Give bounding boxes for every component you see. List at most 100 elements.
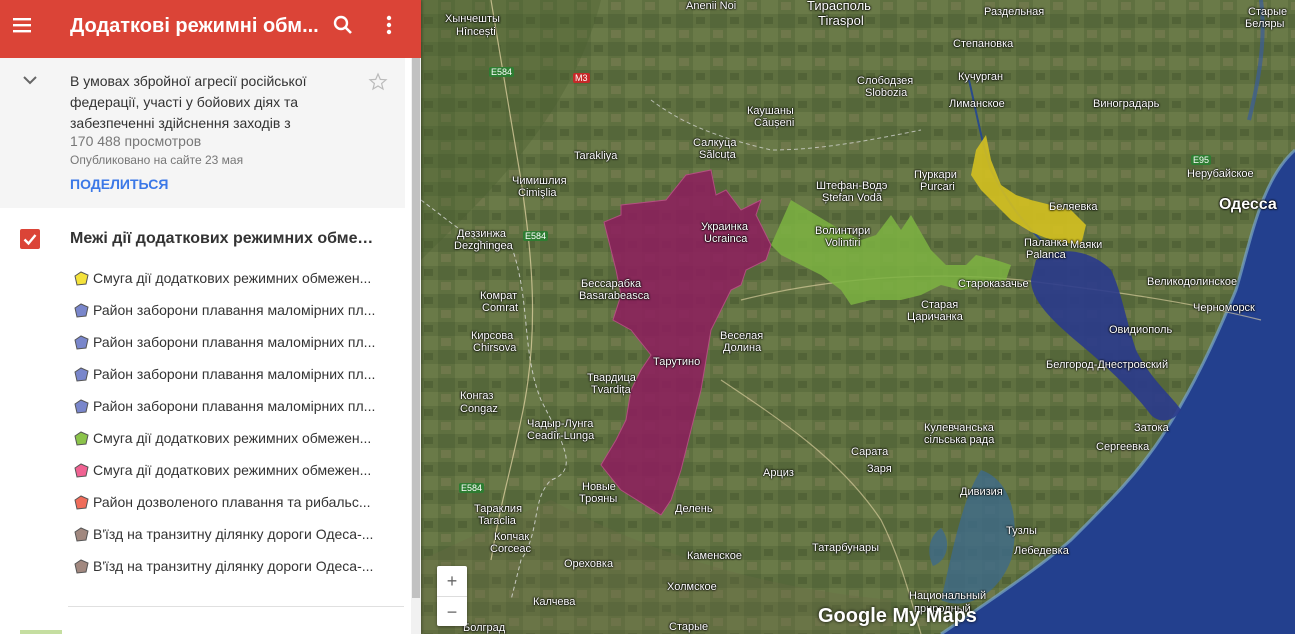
map-label-slobozia: Slobozia xyxy=(865,87,908,99)
map-label-natsionalny: Национальный xyxy=(909,590,987,602)
map-label-chadyr-lunga: Чадыр-Лунга xyxy=(527,418,594,430)
map-label-razdelnaya: Раздельная xyxy=(984,6,1045,18)
chevron-down-icon[interactable] xyxy=(20,70,40,90)
polygon-shape-icon xyxy=(74,399,89,414)
polygon-shape-icon xyxy=(74,495,89,510)
map-label-volintiri-cyr: Волинтири xyxy=(815,225,871,237)
layer-item-label: Район заборони плавання маломірних пл... xyxy=(93,398,376,414)
checkmark-icon xyxy=(23,234,37,246)
polygon-shape-icon xyxy=(74,463,89,478)
star-icon[interactable] xyxy=(368,72,388,92)
map-label-mayaki: Маяки xyxy=(1070,239,1103,251)
map-label-tarutino: Тарутино xyxy=(653,356,701,368)
layer-item-label: Район заборони плавання маломірних пл... xyxy=(93,334,376,350)
layer-item[interactable]: Смуга дії додаткових режимних обмежен... xyxy=(72,459,382,485)
polygon-shape-icon xyxy=(74,335,89,350)
polygon-shape-icon xyxy=(74,303,89,318)
map-label-vinogradar: Виноградарь xyxy=(1093,98,1160,110)
base-map-thumbnail[interactable] xyxy=(20,630,62,634)
map-label-hincesti: Hîncești xyxy=(456,26,496,38)
map-label-bolgrad: Болград xyxy=(463,622,506,634)
road-marker-e584: E584 xyxy=(523,231,549,241)
divider xyxy=(68,606,404,607)
map-label-bessarabka: Бессарабка xyxy=(581,278,642,290)
map-label-zarya: Заря xyxy=(867,463,892,475)
map-label-salcuta: Sălcuța xyxy=(699,149,736,161)
map-canvas[interactable]: E584 M3 E584 E584 E95 Anenii Noi Тираспо… xyxy=(421,0,1295,634)
map-label-zatoka: Затока xyxy=(1134,422,1169,434)
layer-item[interactable]: Район заборони плавання маломірних пл... xyxy=(72,299,382,325)
road-marker-m3: M3 xyxy=(573,73,590,83)
map-label-kulevchanska: Кулевчанська xyxy=(924,422,994,434)
map-label-anenii-noi: Anenii Noi xyxy=(686,0,737,12)
map-label-starokazachye: Старокaзачье xyxy=(958,278,1029,290)
more-options-icon[interactable] xyxy=(377,13,401,37)
zoom-out-button[interactable]: − xyxy=(437,596,467,626)
map-label-corseas: Corсеас xyxy=(490,543,531,555)
layer-item[interactable]: Район дозволеного плавання та рибальс... xyxy=(72,491,382,517)
map-label-kongaz: Конгаз xyxy=(460,390,494,402)
map-label-sarata: Сарата xyxy=(851,446,889,458)
map-label-dezginzha: Деззинжа xyxy=(457,228,506,240)
map-label-slobodzeya: Слободзея xyxy=(857,75,914,87)
map-label-tiraspol-cyr: Тирасполь xyxy=(807,0,871,13)
road-marker-e584: E584 xyxy=(459,483,485,493)
map-label-purcari: Purcari xyxy=(920,181,955,193)
layer-item[interactable]: В'їзд на транзитну ділянку дороги Одеса-… xyxy=(72,555,382,581)
map-label-lebedevka: Лебедевка xyxy=(1014,545,1069,557)
layer-item[interactable]: В'їзд на транзитну ділянку дороги Одеса-… xyxy=(72,523,382,549)
zoom-in-button[interactable]: + xyxy=(437,566,467,596)
map-label-nerubayskoe: Нерубайское xyxy=(1187,168,1254,180)
layer-item-label: Район дозволеного плавання та рибальс... xyxy=(93,494,371,510)
map-label-tvarditsa: Твардица xyxy=(587,372,636,384)
layer-item[interactable]: Район заборони плавання маломірних пл... xyxy=(72,331,382,357)
map-label-dezghingea: Dezghingea xyxy=(454,240,513,252)
map-label-staraya: Старая xyxy=(921,299,959,311)
zoom-control: + − xyxy=(437,566,467,626)
layer-item[interactable]: Смуга дії додаткових режимних обмежен... xyxy=(72,427,382,453)
layer-item[interactable]: Район заборони плавання маломірних пл... xyxy=(72,395,382,421)
map-label-tvardita: Tvardița xyxy=(591,384,631,396)
layer-item-label: В'їзд на транзитну ділянку дороги Одеса-… xyxy=(93,526,374,542)
polygon-shape-icon xyxy=(74,271,89,286)
map-label-ceadir-lunga: Ceadîr-Lunga xyxy=(527,430,595,442)
map-label-kirsova: Кирсова xyxy=(471,330,514,342)
hamburger-menu-icon[interactable] xyxy=(10,13,34,37)
map-label-basarabeasca: Basarabeasca xyxy=(579,290,650,302)
map-title: Додаткові режимні обм... xyxy=(70,15,319,37)
polygon-shape-icon xyxy=(74,559,89,574)
map-label-belyary: Беляры xyxy=(1245,18,1285,30)
view-count: 170 488 просмотров xyxy=(70,133,202,149)
layer-item[interactable]: Смуга дії додаткових режимних обмежен... xyxy=(72,267,382,293)
map-label-kamenskoe: Каменское xyxy=(687,550,742,562)
map-label-cimislia-cyr: Чимишлия xyxy=(512,175,567,187)
map-label-delen: Делень xyxy=(675,503,713,515)
map-label-chernomorsk: Черноморск xyxy=(1193,302,1255,314)
map-label-tsarichanka: Царичанка xyxy=(907,311,963,323)
road-marker-e584: E584 xyxy=(489,67,515,77)
share-button[interactable]: ПОДЕЛИТЬСЯ xyxy=(70,176,168,192)
map-label-kopchak: Копчак xyxy=(494,531,530,543)
map-label-chirsova: Chirsova xyxy=(473,342,517,354)
layer-item[interactable]: Район заборони плавання маломірних пл... xyxy=(72,363,382,389)
polygon-shape-icon xyxy=(74,431,89,446)
map-label-starye: Старые xyxy=(1248,6,1288,18)
map-label-novye: Новые xyxy=(582,481,616,493)
map-label-dolina: Долина xyxy=(723,342,762,354)
map-label-orekhovka: Ореховка xyxy=(564,558,614,570)
layer-item-label: Район заборони плавання маломірних пл... xyxy=(93,302,376,318)
map-sidebar: Додаткові режимні обм... В умовах збройн… xyxy=(0,0,421,634)
search-icon[interactable] xyxy=(331,13,355,37)
map-label-kaushany: Каушаны xyxy=(747,105,794,117)
satellite-basemap xyxy=(421,0,1295,634)
scrollbar-thumb[interactable] xyxy=(412,58,420,598)
layer-item-label: Район заборони плавання маломірних пл... xyxy=(93,366,376,382)
map-label-kholmskoe: Холмское xyxy=(667,581,717,593)
map-label-veselaya: Веселая xyxy=(720,330,764,342)
layer-checkbox[interactable] xyxy=(20,229,40,249)
sidebar-scrollbar[interactable] xyxy=(411,58,421,634)
map-label-starye-south: Старые xyxy=(669,621,709,633)
map-label-silska-rada: сільська рада xyxy=(924,434,995,446)
map-label-salkutsa: Салкуца xyxy=(693,137,737,149)
map-label-ucrainca: Ucrainca xyxy=(704,233,748,245)
